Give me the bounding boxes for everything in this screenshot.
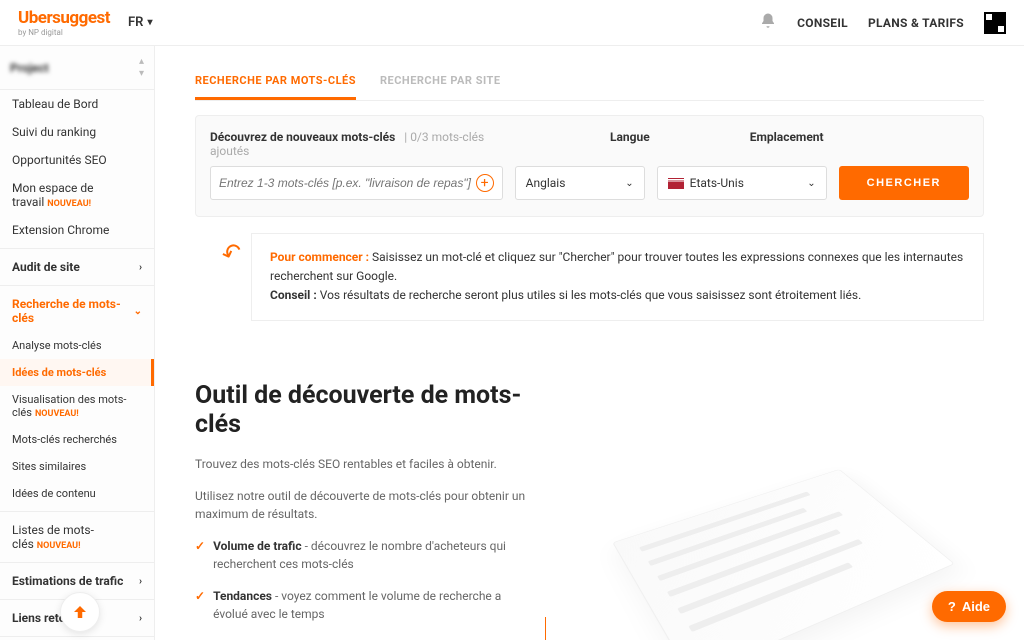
- chevron-right-icon: ›: [139, 613, 142, 624]
- keyword-input-wrap[interactable]: +: [210, 166, 503, 200]
- sidebar-keyword-ideas[interactable]: Idées de mots-clés: [0, 359, 154, 386]
- chevron-updown-icon: ▴▾: [139, 56, 144, 79]
- tip-panel: ↶ Pour commencer : Saisissez un mot-clé …: [251, 233, 984, 321]
- arrow-icon: ↶: [216, 232, 248, 275]
- chevron-down-icon: ▾: [147, 17, 152, 28]
- discover-title: Outil de découverte de mots-clés: [195, 381, 535, 439]
- sidebar-analyze-keywords[interactable]: Analyse mots-clés: [0, 332, 154, 359]
- discover-p1: Trouvez des mots-clés SEO rentables et f…: [195, 455, 535, 473]
- tip-advice-text: Vos résultats de recherche seront plus u…: [317, 288, 862, 302]
- content: RECHERCHE PAR MOTS-CLÉS RECHERCHE PAR SI…: [155, 46, 1024, 640]
- language-select[interactable]: Anglais ⌄: [515, 166, 645, 200]
- sidebar-dashboard[interactable]: Tableau de Bord: [0, 90, 154, 118]
- location-select-value: Etats-Unis: [690, 176, 744, 190]
- arrow-icon: [545, 617, 575, 640]
- nav-conseil[interactable]: CONSEIL: [797, 16, 848, 30]
- sidebar-content-ideas[interactable]: Idées de contenu: [0, 480, 154, 507]
- chevron-down-icon: ⌄: [625, 178, 633, 189]
- check-icon: ✓: [195, 637, 205, 640]
- search-panel: Découvrez de nouveaux mots-clés | 0/3 mo…: [195, 115, 984, 217]
- logo-text: Ubersuggest: [18, 8, 110, 28]
- tabs: RECHERCHE PAR MOTS-CLÉS RECHERCHE PAR SI…: [195, 64, 984, 101]
- location-select[interactable]: Etats-Unis ⌄: [657, 166, 827, 200]
- discover-section: Outil de découverte de mots-clés Trouvez…: [195, 381, 984, 640]
- check-icon: ✓: [195, 587, 205, 623]
- sidebar-ranking[interactable]: Suivi du ranking: [0, 118, 154, 146]
- sidebar-keywords-searched[interactable]: Mots-clés recherchés: [0, 426, 154, 453]
- sidebar-extension[interactable]: Extension Chrome: [0, 216, 154, 244]
- sidebar-seo-opportunities[interactable]: Opportunités SEO: [0, 146, 154, 174]
- bell-icon[interactable]: [759, 12, 777, 34]
- chevron-right-icon: ›: [139, 262, 142, 273]
- flag-icon: [668, 178, 684, 189]
- language-value: FR: [128, 15, 143, 30]
- sidebar-workspace[interactable]: Mon espace de travailNOUVEAU!: [0, 174, 154, 216]
- badge-new: NOUVEAU!: [47, 199, 91, 209]
- feature-difficulty: ✓Difficulté - trouvez des mots-clés vous…: [195, 637, 535, 640]
- sidebar-keyword-lists[interactable]: Listes de mots-clésNOUVEAU!: [0, 516, 154, 558]
- project-name: Project: [10, 61, 139, 75]
- language-selector[interactable]: FR ▾: [128, 15, 152, 30]
- project-selector[interactable]: Project ▴▾: [0, 46, 154, 90]
- badge-new: NOUVEAU!: [37, 541, 81, 551]
- tip-start-text: Saisissez un mot-clé et cliquez sur "Che…: [270, 250, 963, 283]
- sidebar: Project ▴▾ Tableau de Bord Suivi du rank…: [0, 46, 155, 640]
- sidebar-traffic-est[interactable]: Estimations de trafic›: [0, 567, 154, 595]
- chevron-down-icon: ⌄: [807, 178, 815, 189]
- illustration-image: [612, 469, 955, 640]
- location-label: Emplacement: [750, 130, 824, 158]
- keyword-input[interactable]: [219, 176, 476, 190]
- tab-by-site[interactable]: RECHERCHE PAR SITE: [380, 64, 501, 100]
- discover-illustration: Find profitable SEO keywords that are ea…: [575, 381, 984, 640]
- scroll-up-button[interactable]: [60, 592, 100, 632]
- language-select-value: Anglais: [526, 176, 566, 190]
- feature-volume: ✓Volume de trafic - découvrez le nombre …: [195, 537, 535, 573]
- feature-list: ✓Volume de trafic - découvrez le nombre …: [195, 537, 535, 640]
- chevron-right-icon: ›: [139, 576, 142, 587]
- arrow-up-icon: [71, 603, 89, 621]
- feature-trends: ✓Tendances - voyez comment le volume de …: [195, 587, 535, 623]
- sidebar-similar-sites[interactable]: Sites similaires: [0, 453, 154, 480]
- logo[interactable]: Ubersuggest by NP digital: [18, 8, 110, 37]
- language-label: Langue: [610, 130, 650, 158]
- tab-by-keyword[interactable]: RECHERCHE PAR MOTS-CLÉS: [195, 64, 356, 100]
- add-keyword-button[interactable]: +: [476, 174, 494, 192]
- sidebar-keyword-research[interactable]: Recherche de mots-clés⌄: [0, 290, 154, 332]
- badge-new: NOUVEAU!: [35, 409, 79, 419]
- help-button[interactable]: ? Aide: [932, 591, 1006, 622]
- logo-subtext: by NP digital: [18, 28, 110, 37]
- sidebar-keyword-viz[interactable]: Visualisation des mots-clésNOUVEAU!: [0, 386, 154, 426]
- help-icon: ?: [948, 599, 956, 614]
- tip-start-label: Pour commencer :: [270, 250, 369, 264]
- chevron-down-icon: ⌄: [134, 306, 142, 317]
- search-button[interactable]: CHERCHER: [839, 166, 969, 200]
- tip-advice-label: Conseil :: [270, 288, 317, 302]
- check-icon: ✓: [195, 537, 205, 573]
- partner-logo[interactable]: [984, 12, 1006, 34]
- nav-plans[interactable]: PLANS & TARIFS: [868, 16, 964, 30]
- discover-p2: Utilisez notre outil de découverte de mo…: [195, 487, 535, 523]
- topbar: Ubersuggest by NP digital FR ▾ CONSEIL P…: [0, 0, 1024, 46]
- sidebar-audit[interactable]: Audit de site›: [0, 253, 154, 281]
- help-label: Aide: [962, 599, 990, 614]
- discover-label: Découvrez de nouveaux mots-clés | 0/3 mo…: [210, 130, 510, 158]
